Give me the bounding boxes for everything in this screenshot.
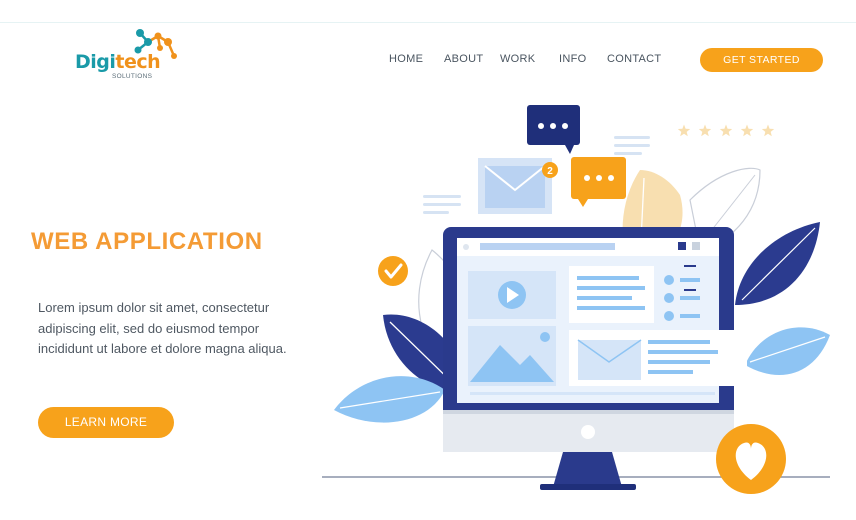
- leaf-blue-right: [745, 327, 830, 375]
- nav-home[interactable]: HOME: [389, 53, 423, 69]
- leaf-navy-right: [735, 222, 820, 305]
- nav-contact[interactable]: CONTACT: [607, 53, 661, 69]
- leaf-blue-left: [334, 376, 445, 423]
- top-divider: [0, 22, 856, 23]
- get-started-button[interactable]: GET STARTED: [700, 48, 823, 72]
- logo-wordmark: Digitech: [75, 51, 161, 73]
- mail-icon: [478, 158, 552, 214]
- brand-logo[interactable]: Digitech SOLUTIONS: [74, 28, 184, 84]
- monitor-illustration: [443, 227, 747, 490]
- hero-title: WEB APPLICATION: [31, 228, 263, 255]
- logo-word-part2: tech: [115, 51, 161, 73]
- logo-tagline: SOLUTIONS: [112, 73, 153, 80]
- star-icon: [719, 124, 733, 137]
- nav-work[interactable]: WORK: [500, 53, 535, 69]
- star-icon: [740, 124, 754, 137]
- play-icon: [498, 281, 526, 309]
- nav-info[interactable]: INFO: [559, 53, 586, 69]
- learn-more-button[interactable]: LEARN MORE: [38, 407, 174, 438]
- heart-icon: [716, 424, 786, 494]
- star-icon: [761, 124, 775, 137]
- logo-word-part1: Digi: [75, 51, 116, 73]
- hero-description: Lorem ipsum dolor sit amet, consectetur …: [38, 300, 287, 356]
- hero-illustration: 2: [322, 105, 830, 494]
- star-icon: [698, 124, 712, 137]
- notification-count: 2: [547, 166, 553, 177]
- rating-stars: [677, 124, 775, 137]
- star-icon: [677, 124, 691, 137]
- check-icon: [378, 256, 408, 286]
- chat-bubble-icon: [527, 105, 580, 154]
- chat-bubble-orange-icon: [571, 157, 626, 207]
- image-icon: [468, 326, 556, 386]
- nav-about[interactable]: ABOUT: [444, 53, 483, 69]
